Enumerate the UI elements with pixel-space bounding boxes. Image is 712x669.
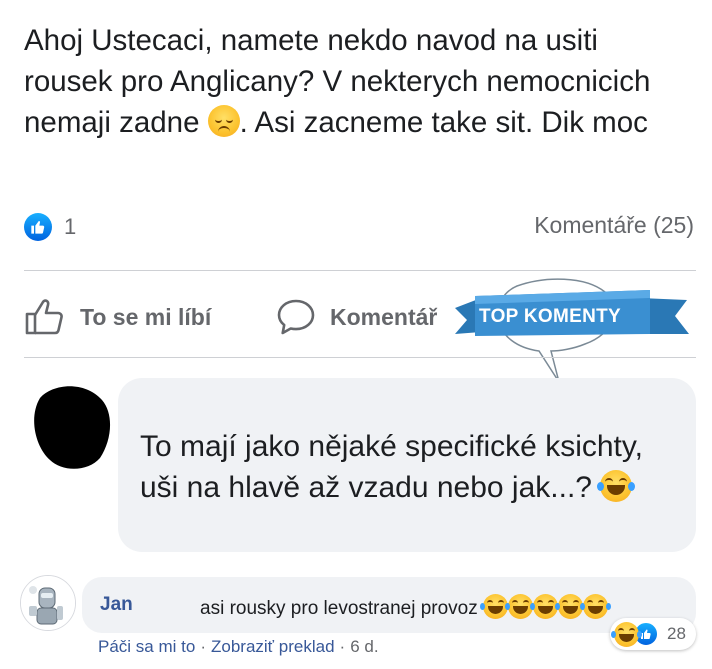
- reply-text: asi rousky pro levostranej provoz: [200, 594, 612, 620]
- reply-meta: Páči sa mi to · Zobraziť preklad · 6 d.: [98, 637, 379, 656]
- reply-translate-link[interactable]: Zobraziť preklad: [211, 637, 335, 656]
- top-comments-badge: TOP KOMENTY: [455, 272, 712, 388]
- reply-time[interactable]: 6 d.: [350, 637, 378, 656]
- top-comment-bubble: To mají jako nějaké specifické ksichty, …: [118, 378, 696, 552]
- disappointed-face-icon: [207, 105, 240, 137]
- tears-of-joy-icon: [611, 621, 642, 647]
- reaction-count: 28: [667, 624, 686, 643]
- like-count: 1: [64, 214, 77, 239]
- post-text-end: . Asi zacneme take sit. Dik moc: [239, 106, 648, 139]
- divider-bottom: [24, 357, 696, 358]
- reply-body: asi rousky pro levostranej provoz: [200, 598, 478, 619]
- reply-reactions[interactable]: 28: [610, 618, 696, 650]
- comment-button[interactable]: Komentář: [276, 298, 437, 336]
- divider-top: [24, 270, 696, 271]
- reply-avatar[interactable]: [20, 575, 76, 631]
- post-reactions-summary[interactable]: 1: [24, 212, 76, 242]
- post-text: Ahoj Ustecaci, namete nekdo navod na usi…: [24, 20, 684, 143]
- like-button-label: To se mi líbí: [80, 303, 212, 330]
- tears-of-joy-icon: [597, 470, 636, 502]
- badge-label: TOP KOMENTY: [479, 306, 621, 327]
- avatar[interactable]: [22, 378, 116, 472]
- like-badge-icon: [24, 213, 52, 241]
- reply-author-link[interactable]: Jan: [100, 594, 133, 616]
- badge-graphic: [455, 278, 689, 383]
- speech-bubble-icon: [277, 299, 315, 335]
- top-comment-body: To mají jako nějaké specifické ksichty, …: [140, 430, 643, 504]
- tears-of-joy-icon: [580, 594, 612, 619]
- reply-bubble: Jan asi rousky pro levostranej provoz: [82, 577, 696, 633]
- top-comment-text: To mají jako nějaké specifické ksichty, …: [140, 426, 660, 508]
- thumbs-up-icon: [25, 299, 63, 335]
- comments-count-link[interactable]: Komentáře (25): [534, 212, 694, 239]
- comment-button-label: Komentář: [330, 303, 438, 330]
- reply-like-link[interactable]: Páči sa mi to: [98, 637, 195, 656]
- like-button[interactable]: To se mi líbí: [24, 298, 211, 336]
